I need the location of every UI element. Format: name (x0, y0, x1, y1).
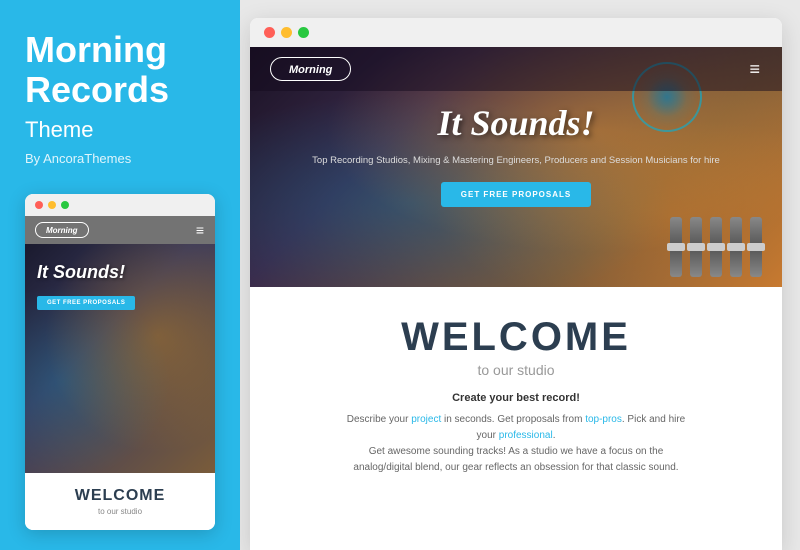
main-hero-title: It Sounds! (310, 102, 722, 144)
mini-dot-red (35, 201, 43, 209)
main-hero-subtitle: Top Recording Studios, Mixing & Masterin… (310, 154, 722, 168)
main-dot-yellow (281, 27, 292, 38)
project-link[interactable]: project (411, 414, 441, 425)
fader-group (250, 217, 782, 277)
fader-5 (750, 217, 762, 277)
main-browser-mockup: Morning ≡ It Sounds! Top Recording Studi… (250, 18, 782, 550)
top-pros-link[interactable]: top-pros (585, 414, 622, 425)
mini-hero-button[interactable]: GET FREE PROPOSALS (37, 296, 135, 310)
right-panel: Morning ≡ It Sounds! Top Recording Studi… (240, 0, 800, 550)
main-browser-content: Morning ≡ It Sounds! Top Recording Studi… (250, 47, 782, 550)
mini-hero-title: It Sounds! (37, 262, 203, 283)
main-browser-bar (250, 18, 782, 47)
fader-4 (730, 217, 742, 277)
mini-logo: Morning (35, 222, 89, 238)
mini-welcome-subtitle: to our studio (37, 507, 203, 516)
main-hero-cta-button[interactable]: GET FREE PROPOSALS (441, 182, 591, 207)
main-welcome-title: WELCOME (310, 315, 722, 360)
theme-author: By AncoraThemes (25, 151, 215, 166)
fader-3 (710, 217, 722, 277)
fader-2 (690, 217, 702, 277)
main-welcome-body: Describe your project in seconds. Get pr… (346, 412, 686, 476)
left-panel: Morning Records Theme By AncoraThemes Mo… (0, 0, 240, 550)
mini-browser-bar (25, 194, 215, 216)
main-welcome-tagline: Create your best record! (310, 392, 722, 404)
mini-browser-content: Morning ≡ It Sounds! GET FREE PROPOSALS … (25, 216, 215, 530)
fader-1 (670, 217, 682, 277)
mini-hero-section: It Sounds! GET FREE PROPOSALS (25, 244, 215, 473)
theme-subtitle: Theme (25, 117, 215, 143)
mini-site-header: Morning ≡ (25, 216, 215, 244)
mini-hamburger-icon: ≡ (196, 222, 205, 238)
main-welcome-subtitle: to our studio (310, 362, 722, 378)
main-dot-red (264, 27, 275, 38)
mini-dot-green (61, 201, 69, 209)
professional-link[interactable]: professional (499, 430, 553, 441)
mini-welcome-section: WELCOME to our studio (25, 473, 215, 530)
main-dot-green (298, 27, 309, 38)
mini-welcome-title: WELCOME (37, 487, 203, 505)
main-hamburger-icon[interactable]: ≡ (749, 59, 762, 80)
main-welcome-section: WELCOME to our studio Create your best r… (250, 287, 782, 550)
main-logo: Morning (270, 57, 351, 81)
main-site-header: Morning ≡ (250, 47, 782, 91)
mini-browser-mockup: Morning ≡ It Sounds! GET FREE PROPOSALS … (25, 194, 215, 530)
mixing-board-decoration (250, 217, 782, 287)
theme-title: Morning Records (25, 30, 215, 109)
mini-dot-yellow (48, 201, 56, 209)
main-hero-wrapper: Morning ≡ It Sounds! Top Recording Studi… (250, 47, 782, 287)
